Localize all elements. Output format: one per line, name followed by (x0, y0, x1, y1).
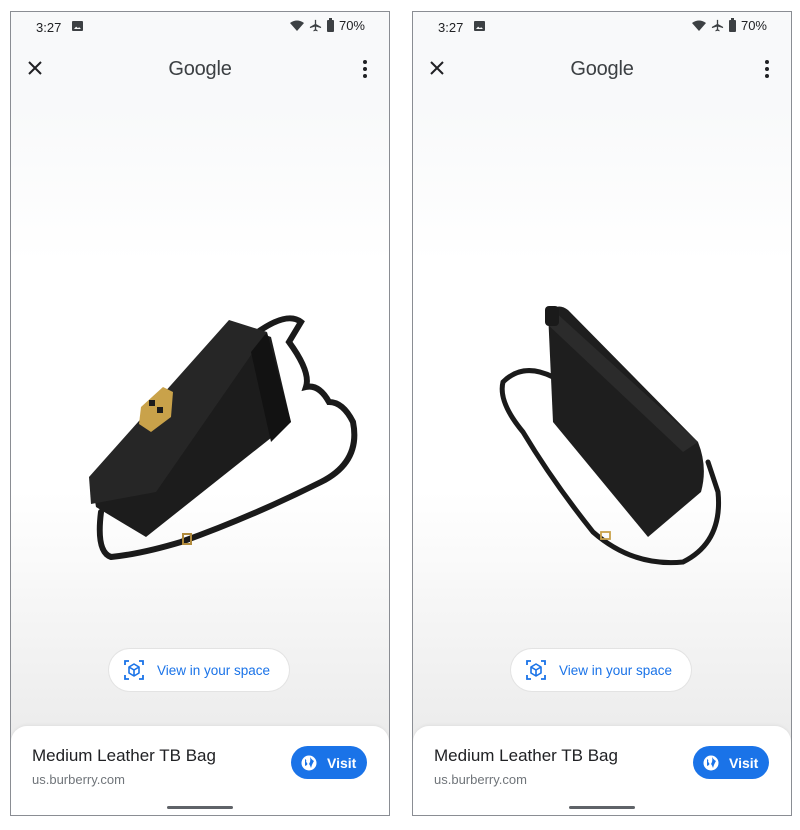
product-source[interactable]: us.burberry.com (32, 772, 125, 787)
view-in-your-space-button[interactable]: View in your space (511, 649, 691, 691)
visit-label: Visit (327, 754, 357, 771)
status-bar: 3:27 70% (11, 12, 389, 42)
page-title: Google (570, 58, 634, 80)
product-name: Medium Leather TB Bag (32, 746, 216, 765)
phone-screen-back-view: 3:27 70% Google View in your space Mediu… (412, 11, 792, 816)
product-source[interactable]: us.burberry.com (434, 772, 527, 787)
battery-icon (728, 17, 736, 32)
globe-icon (301, 755, 317, 770)
image-icon (72, 21, 83, 31)
status-time: 3:27 (36, 20, 62, 35)
status-time: 3:27 (438, 20, 464, 35)
globe-icon (703, 755, 719, 770)
product-name: Medium Leather TB Bag (434, 746, 618, 765)
phone-screen-front-view: 3:27 70% Google View in your space Mediu… (10, 11, 390, 816)
ar-cube-icon (124, 660, 144, 680)
ar-button-label: View in your space (157, 662, 271, 678)
strap-loop (545, 306, 559, 326)
more-vert-icon[interactable] (361, 59, 369, 79)
battery-percent: 70% (338, 18, 365, 33)
ar-button-label: View in your space (559, 662, 673, 678)
battery-icon (326, 17, 334, 32)
more-vert-icon[interactable] (763, 59, 771, 79)
view-in-your-space-button[interactable]: View in your space (109, 649, 289, 691)
top-bar: Google (11, 52, 389, 86)
ar-cube-icon (526, 660, 546, 680)
status-bar: 3:27 70% (413, 12, 791, 42)
product-sheet: Medium Leather TB Bag us.burberry.com Vi… (11, 726, 389, 815)
battery-percent: 70% (740, 18, 767, 33)
gesture-handle[interactable] (569, 806, 635, 809)
wifi-icon (289, 20, 304, 31)
image-icon (474, 21, 485, 31)
visit-button[interactable]: Visit (693, 746, 769, 779)
top-bar: Google (413, 52, 791, 86)
visit-button[interactable]: Visit (291, 746, 367, 779)
visit-label: Visit (729, 754, 759, 771)
airplane-icon (711, 19, 724, 32)
3d-bag-model[interactable] (483, 292, 743, 592)
3d-bag-model[interactable] (71, 292, 390, 572)
gesture-handle[interactable] (167, 806, 233, 809)
product-sheet: Medium Leather TB Bag us.burberry.com Vi… (413, 726, 791, 815)
airplane-icon (309, 19, 322, 32)
page-title: Google (168, 58, 232, 80)
wifi-icon (691, 20, 706, 31)
